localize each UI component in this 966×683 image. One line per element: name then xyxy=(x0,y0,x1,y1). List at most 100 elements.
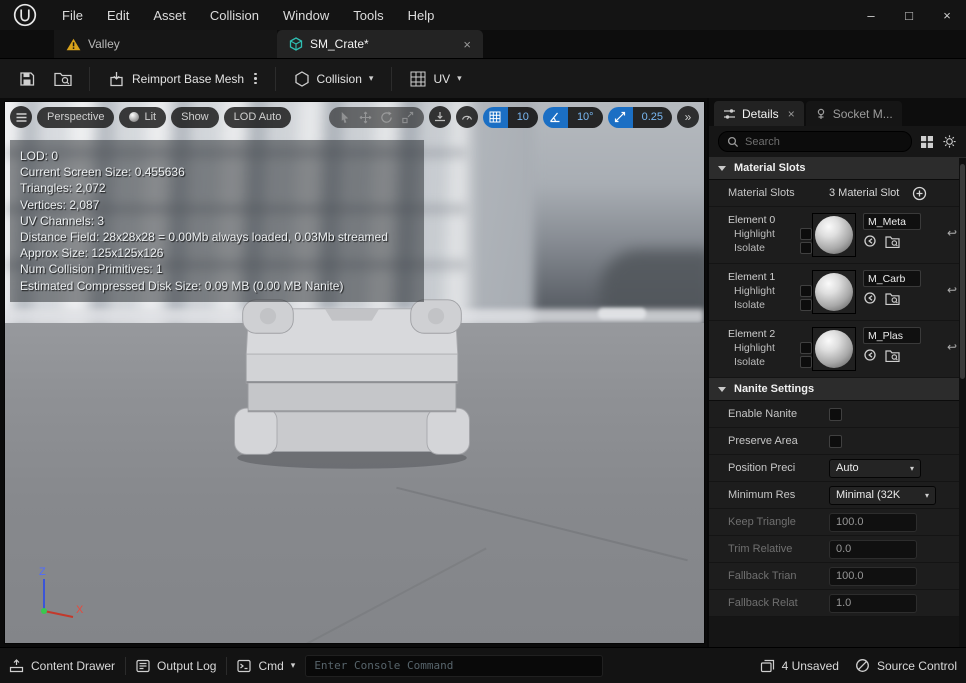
tab-socket-manager[interactable]: Socket M... xyxy=(805,101,902,126)
tab-valley[interactable]: Valley xyxy=(54,30,277,58)
perspective-button[interactable]: Perspective xyxy=(37,106,115,128)
nanite-settings-header[interactable]: Nanite Settings xyxy=(709,378,966,401)
use-selected-asset-icon[interactable] xyxy=(863,234,877,248)
search-input[interactable] xyxy=(745,135,903,148)
lod-label: LOD Auto xyxy=(233,111,282,123)
grid-snap-control[interactable]: 10 xyxy=(482,106,538,128)
view-mode-button[interactable]: Lit xyxy=(119,106,167,128)
lod-auto-button[interactable]: LOD Auto xyxy=(223,106,292,128)
surface-snap-button[interactable] xyxy=(428,106,451,128)
details-body: Material Slots Material Slots 3 Material… xyxy=(709,157,966,647)
viewport-3d[interactable]: LOD: 0 Current Screen Size: 0.455636 Tri… xyxy=(4,101,705,644)
search-box[interactable] xyxy=(718,131,912,152)
lit-label: Lit xyxy=(144,111,157,123)
unsaved-button[interactable]: 4 Unsaved xyxy=(760,659,839,673)
output-log-button[interactable]: Output Log xyxy=(136,659,216,673)
angle-snap-control[interactable]: 10° xyxy=(542,106,603,128)
collision-dropdown-button[interactable]: Collision ▾ xyxy=(285,64,383,94)
cmd-dropdown-button[interactable]: Cmd ▾ xyxy=(237,659,295,673)
isolate-checkbox[interactable] xyxy=(800,356,812,368)
angle-snap-value[interactable]: 10° xyxy=(567,106,603,128)
rotate-tool-icon[interactable] xyxy=(380,110,393,124)
show-button[interactable]: Show xyxy=(171,106,219,128)
viewport-menu-button[interactable] xyxy=(10,106,32,128)
stat-line: Approx Size: 125x125x126 xyxy=(20,246,164,261)
material-select[interactable]: M_Plas xyxy=(863,327,921,344)
isolate-checkbox[interactable] xyxy=(800,299,812,311)
console-input[interactable] xyxy=(314,659,595,672)
reimport-base-mesh-button[interactable]: Reimport Base Mesh xyxy=(99,64,266,94)
menubar: File Edit Asset Collision Window Tools H… xyxy=(50,0,446,30)
menu-help[interactable]: Help xyxy=(396,0,447,30)
content-drawer-icon xyxy=(9,658,24,672)
grid-snap-value[interactable]: 10 xyxy=(507,106,538,128)
fallback-relative-label: Fallback Relat xyxy=(728,597,798,609)
menu-collision[interactable]: Collision xyxy=(198,0,271,30)
transform-tools-group xyxy=(328,106,424,128)
display-filter-icon[interactable] xyxy=(920,135,934,149)
gear-icon[interactable] xyxy=(942,134,957,149)
highlight-checkbox[interactable] xyxy=(800,285,812,297)
menu-tools[interactable]: Tools xyxy=(341,0,395,30)
scale-snap-value[interactable]: 0.25 xyxy=(632,106,672,128)
chevrons-right-icon: » xyxy=(684,110,692,124)
browse-to-material-icon[interactable] xyxy=(885,235,900,248)
menu-window[interactable]: Window xyxy=(271,0,341,30)
material-thumbnail[interactable] xyxy=(812,327,856,371)
cmd-label: Cmd xyxy=(258,658,284,673)
source-control-button[interactable]: Source Control xyxy=(855,658,957,673)
browse-to-material-icon[interactable] xyxy=(885,292,900,305)
add-material-slot-icon[interactable] xyxy=(912,186,927,201)
browse-to-material-icon[interactable] xyxy=(885,349,900,362)
use-selected-asset-icon[interactable] xyxy=(863,291,877,305)
maximize-button[interactable]: □ xyxy=(890,0,928,30)
preserve-area-checkbox[interactable] xyxy=(829,434,842,448)
enable-nanite-checkbox[interactable] xyxy=(829,407,842,421)
menu-edit[interactable]: Edit xyxy=(95,0,141,30)
tab-details[interactable]: Details × xyxy=(714,101,804,126)
scale-tool-icon[interactable] xyxy=(401,111,414,124)
close-button[interactable]: × xyxy=(928,0,966,30)
viewport-toolbar: Perspective Lit Show LOD Auto 10 10° 0.2… xyxy=(10,106,699,128)
tab-close-icon[interactable]: × xyxy=(463,37,471,52)
highlight-checkbox[interactable] xyxy=(800,228,812,240)
move-tool-icon[interactable] xyxy=(359,111,372,124)
material-select[interactable]: M_Meta xyxy=(863,213,921,230)
menu-asset[interactable]: Asset xyxy=(141,0,198,30)
tab-sm-crate[interactable]: SM_Crate* × xyxy=(277,30,483,58)
position-precision-dropdown[interactable]: Auto ▾ xyxy=(829,458,921,478)
static-mesh-icon xyxy=(289,37,303,51)
material-slots-header[interactable]: Material Slots xyxy=(709,157,966,180)
highlight-checkbox[interactable] xyxy=(800,342,812,354)
isolate-checkbox[interactable] xyxy=(800,242,812,254)
viewport-toolbar-overflow-button[interactable]: » xyxy=(677,106,699,128)
camera-speed-button[interactable] xyxy=(455,106,478,128)
search-icon xyxy=(727,136,739,147)
scrollbar-thumb[interactable] xyxy=(960,164,965,379)
stat-line: Distance Field: 28x28x28 = 0.00Mb always… xyxy=(20,230,388,245)
camera-speed-icon xyxy=(461,115,472,120)
scale-snap-icon xyxy=(607,106,633,128)
material-thumbnail[interactable] xyxy=(812,213,856,257)
unreal-logo[interactable] xyxy=(0,3,50,27)
uv-dropdown-button[interactable]: UV ▾ xyxy=(401,64,470,94)
material-thumbnail[interactable] xyxy=(812,270,856,314)
minimize-button[interactable]: – xyxy=(852,0,890,30)
details-scrollbar[interactable] xyxy=(959,158,966,647)
details-tab-label: Details xyxy=(742,106,779,121)
viewport-wrap: LOD: 0 Current Screen Size: 0.455636 Tri… xyxy=(0,98,707,647)
content-drawer-button[interactable]: Content Drawer xyxy=(9,659,115,673)
more-options-icon[interactable] xyxy=(254,72,257,85)
console-input-box[interactable] xyxy=(305,654,604,677)
select-tool-icon[interactable] xyxy=(339,111,351,124)
close-icon[interactable]: × xyxy=(788,107,795,121)
browse-to-asset-button[interactable] xyxy=(46,64,80,94)
angle-snap-icon xyxy=(542,106,568,128)
minimum-residency-dropdown[interactable]: Minimal (32K ▾ xyxy=(829,485,936,505)
menu-file[interactable]: File xyxy=(50,0,95,30)
save-button[interactable] xyxy=(10,64,44,94)
scale-snap-control[interactable]: 0.25 xyxy=(607,106,672,128)
material-select[interactable]: M_Carb xyxy=(863,270,921,287)
hamburger-icon xyxy=(16,112,26,122)
use-selected-asset-icon[interactable] xyxy=(863,348,877,362)
